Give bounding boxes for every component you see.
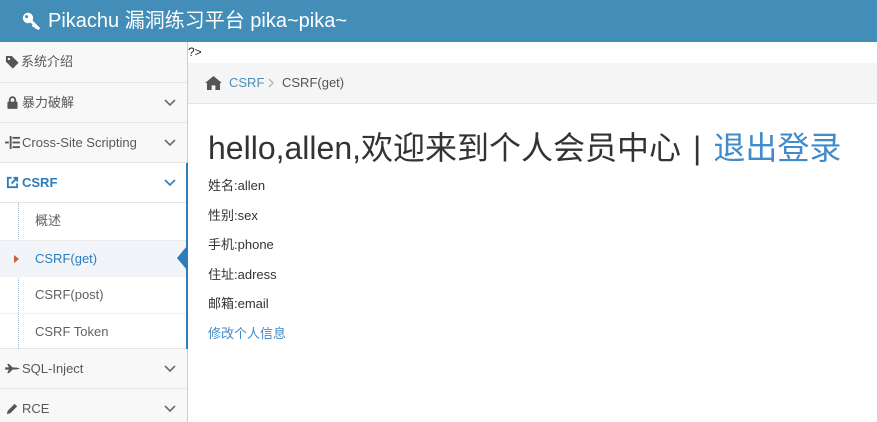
brand-title[interactable]: Pikachu 漏洞练习平台 pika~pika~ bbox=[48, 0, 347, 42]
tag-icon bbox=[4, 42, 20, 82]
chevron-right-icon bbox=[268, 78, 274, 88]
edit-profile-link[interactable]: 修改个人信息 bbox=[208, 326, 286, 341]
sidebar-item-label: RCE bbox=[22, 401, 50, 416]
profile-row-address: 住址:adress bbox=[208, 265, 286, 295]
sidebar-item-sql-inject[interactable]: SQL-Inject bbox=[0, 349, 187, 389]
breadcrumb: CSRF CSRF(get) bbox=[188, 63, 877, 104]
navbar: Pikachu 漏洞练习平台 pika~pika~ bbox=[0, 0, 877, 42]
pencil-icon bbox=[4, 389, 20, 422]
profile-field-label: 姓名: bbox=[208, 178, 238, 193]
sidebar-item-csrf[interactable]: CSRF bbox=[0, 163, 187, 203]
sidebar-item-xss[interactable]: Cross-Site Scripting bbox=[0, 123, 187, 163]
list-icon bbox=[4, 123, 20, 162]
profile-field-label: 住址: bbox=[208, 266, 238, 282]
sidebar-subitem-label: CSRF Token bbox=[35, 323, 109, 339]
title-divider: | bbox=[693, 130, 702, 166]
profile-row-email: 邮箱:email bbox=[208, 294, 286, 324]
breadcrumb-link-csrf[interactable]: CSRF bbox=[229, 63, 264, 103]
key-icon bbox=[22, 12, 40, 30]
profile-info: 姓名:allen 性别:sex 手机:phone 住址:adress 邮箱:em… bbox=[208, 176, 286, 354]
profile-field-label: 邮箱: bbox=[208, 296, 238, 312]
profile-row-name: 姓名:allen bbox=[208, 176, 286, 206]
caret-right-icon bbox=[14, 254, 19, 263]
profile-edit-row: 修改个人信息 bbox=[208, 324, 286, 354]
profile-field-value: phone bbox=[237, 237, 274, 253]
lock-icon bbox=[4, 83, 20, 122]
sidebar: 系统介绍 暴力破解 Cross-Site Scripting CSRF 概述 C… bbox=[0, 42, 188, 422]
sidebar-subitem-label: CSRF(get) bbox=[35, 250, 98, 266]
profile-row-gender: 性别:sex bbox=[208, 206, 286, 236]
profile-field-value: sex bbox=[237, 207, 258, 223]
sidebar-subitem-csrf-get[interactable]: CSRF(get) bbox=[0, 239, 187, 276]
sidebar-subitem-label: 概述 bbox=[35, 213, 62, 228]
sidebar-item-label: Cross-Site Scripting bbox=[22, 135, 137, 150]
page-title: hello,allen,欢迎来到个人会员中心 | 退出登录 bbox=[208, 130, 841, 166]
sidebar-item-label: 暴力破解 bbox=[22, 95, 75, 110]
sidebar-item-label: CSRF bbox=[22, 175, 58, 190]
chevron-down-icon bbox=[164, 365, 176, 373]
chevron-down-icon bbox=[164, 405, 176, 413]
sidebar-item-rce[interactable]: RCE bbox=[0, 389, 187, 422]
share-icon bbox=[4, 163, 20, 202]
csrf-submenu: 概述 CSRF(get) CSRF(post) CSRF Token bbox=[0, 203, 187, 349]
sidebar-subitem-label: CSRF(post) bbox=[35, 287, 104, 302]
profile-field-value: adress bbox=[237, 266, 277, 282]
sidebar-subitem-csrf-post[interactable]: CSRF(post) bbox=[0, 276, 187, 313]
sidebar-subitem-overview[interactable]: 概述 bbox=[0, 203, 187, 240]
sidebar-item-brute-force[interactable]: 暴力破解 bbox=[0, 83, 187, 123]
profile-row-phone: 手机:phone bbox=[208, 235, 286, 265]
stray-text: ?> bbox=[188, 45, 202, 59]
chevron-down-icon bbox=[164, 179, 176, 187]
home-icon bbox=[205, 76, 222, 90]
welcome-text: hello,allen,欢迎来到个人会员中心 bbox=[208, 130, 682, 166]
active-item-arrow bbox=[177, 246, 187, 270]
profile-field-label: 手机: bbox=[208, 237, 238, 253]
chevron-down-icon bbox=[164, 99, 176, 107]
sidebar-subitem-csrf-token[interactable]: CSRF Token bbox=[0, 312, 187, 350]
logout-link[interactable]: 退出登录 bbox=[713, 130, 841, 166]
chevron-down-icon bbox=[164, 139, 176, 147]
sidebar-item-label: SQL-Inject bbox=[22, 361, 84, 376]
profile-field-value: allen bbox=[237, 178, 266, 193]
main-content: ?> CSRF CSRF(get) hello,allen,欢迎来到个人会员中心… bbox=[188, 42, 877, 422]
sidebar-item-label: 系统介绍 bbox=[21, 54, 74, 69]
profile-field-value: email bbox=[237, 296, 269, 312]
sidebar-item-intro[interactable]: 系统介绍 bbox=[0, 42, 187, 83]
profile-field-label: 性别: bbox=[208, 207, 238, 223]
breadcrumb-current: CSRF(get) bbox=[282, 75, 345, 90]
plane-icon bbox=[4, 349, 20, 388]
